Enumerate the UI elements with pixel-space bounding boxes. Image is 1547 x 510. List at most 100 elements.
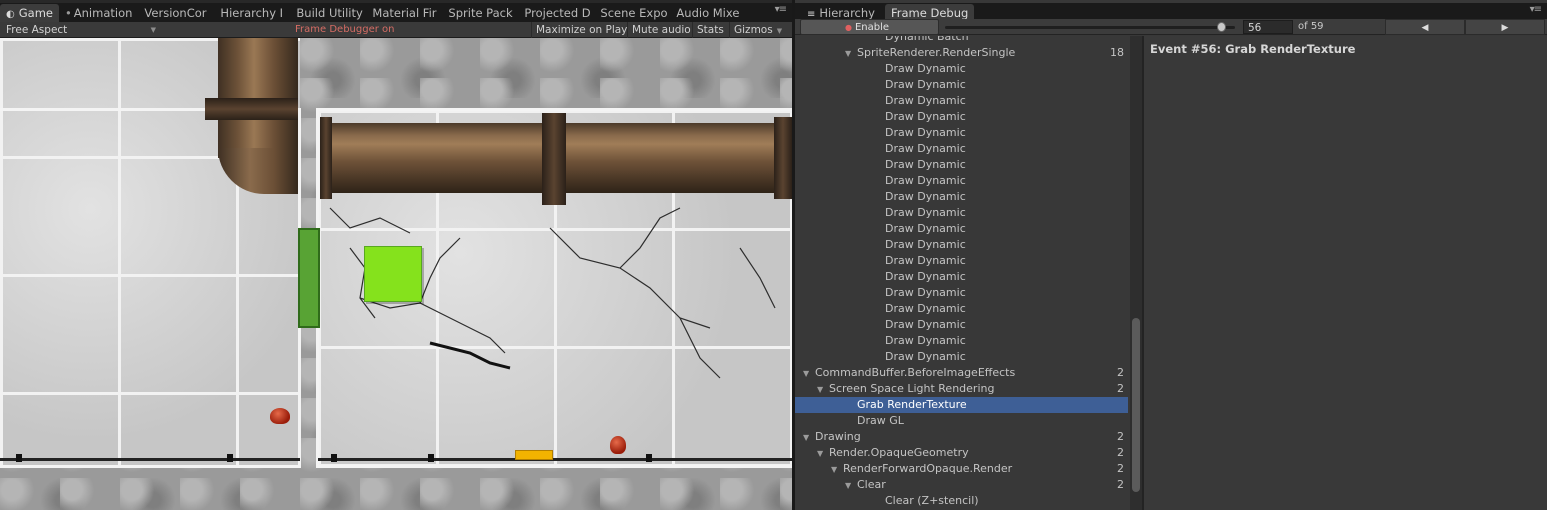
tree-row-label: Clear	[857, 478, 886, 491]
tree-row[interactable]: Dynamic Batch	[795, 36, 1128, 45]
tree-row[interactable]: ▼ Render.OpaqueGeometry 2	[795, 445, 1128, 461]
expand-triangle-icon[interactable]: ▼	[845, 478, 854, 494]
tab-scene-explorer[interactable]: Scene Expo	[594, 4, 670, 22]
expand-triangle-icon[interactable]: ▼	[831, 462, 840, 478]
tree-row-label: RenderForwardOpaque.Render	[843, 462, 1013, 475]
tree-row[interactable]: Grab RenderTexture	[795, 397, 1128, 413]
tree-row[interactable]: Draw Dynamic	[795, 333, 1128, 349]
game-viewport[interactable]	[0, 38, 792, 510]
tree-row[interactable]: Draw GL	[795, 413, 1128, 429]
tree-row-label: Draw GL	[857, 414, 904, 427]
tree-row[interactable]: Draw Dynamic	[795, 125, 1128, 141]
enable-button[interactable]: ● Enable	[800, 19, 939, 35]
tab-audio-mixer[interactable]: Audio Mixe	[670, 4, 746, 22]
tree-row[interactable]: ▼ Drawing 2	[795, 429, 1128, 445]
tree-row-label: SpriteRenderer.RenderSingle	[857, 46, 1016, 59]
tree-row[interactable]: Draw Dynamic	[795, 221, 1128, 237]
gizmos-dropdown[interactable]: Gizmos ▼	[729, 22, 786, 38]
tree-row-label: Draw Dynamic	[885, 318, 966, 331]
tree-row-label: Draw Dynamic	[885, 94, 966, 107]
stats-button[interactable]: Stats	[692, 22, 728, 38]
tree-row-label: CommandBuffer.BeforeImageEffects	[815, 366, 1016, 379]
tree-row[interactable]: Draw Dynamic	[795, 141, 1128, 157]
tree-row[interactable]: Clear (Z+stencil)	[795, 493, 1128, 509]
tree-row-count: 2	[1117, 478, 1124, 491]
tree-row-label: Drawing	[815, 430, 861, 443]
tree-row[interactable]: Draw Dynamic	[795, 157, 1128, 173]
expand-triangle-icon[interactable]: ▼	[817, 382, 826, 398]
event-number-field[interactable]: 56	[1243, 20, 1293, 34]
tree-row[interactable]: Draw Dynamic	[795, 173, 1128, 189]
expand-triangle-icon[interactable]: ▼	[845, 46, 854, 62]
tab-game[interactable]: ◐ Game	[0, 4, 59, 22]
mute-audio-button[interactable]: Mute audio	[627, 22, 695, 38]
tree-row[interactable]: ▼ Clear 2	[795, 477, 1128, 493]
event-slider[interactable]	[945, 26, 1235, 29]
chevron-left-icon: ◀	[1421, 23, 1429, 33]
tree-row[interactable]: ▼ Screen Space Light Rendering 2	[795, 381, 1128, 397]
tree-row[interactable]: Draw Dynamic	[795, 109, 1128, 125]
tree-row[interactable]: Draw Dynamic	[795, 285, 1128, 301]
next-event-button[interactable]: ▶	[1465, 19, 1545, 35]
tree-row-label: Draw Dynamic	[885, 110, 966, 123]
event-tree: Dynamic Batch ▼ SpriteRenderer.RenderSingl…	[795, 36, 1142, 510]
event-details: Event #56: Grab RenderTexture	[1144, 36, 1547, 510]
cable-clip	[646, 454, 652, 462]
tab-versioncontrol[interactable]: VersionCor	[138, 4, 214, 22]
tree-row[interactable]: Draw Dynamic	[795, 77, 1128, 93]
tree-row[interactable]: Draw Dynamic	[795, 189, 1128, 205]
tree-scrollbar-thumb[interactable]	[1132, 318, 1140, 492]
tab-projected[interactable]: Projected D	[518, 4, 594, 22]
yellow-floor-button	[515, 450, 553, 460]
tab-material-finder[interactable]: Material Fir	[366, 4, 442, 22]
expand-triangle-icon[interactable]: ▼	[817, 446, 826, 462]
tree-row-label: Grab RenderTexture	[857, 398, 967, 411]
tree-scrollbar[interactable]	[1130, 36, 1142, 510]
tree-row[interactable]: Draw Dynamic	[795, 317, 1128, 333]
tree-row[interactable]: Draw Dynamic	[795, 237, 1128, 253]
tree-row[interactable]: Draw Dynamic	[795, 301, 1128, 317]
tree-row-label: Draw Dynamic	[885, 302, 966, 315]
event-title: Event #56: Grab RenderTexture	[1150, 42, 1356, 56]
tree-row[interactable]: Draw Dynamic	[795, 269, 1128, 285]
dropdown-arrow-icon: ▼	[150, 25, 156, 34]
tree-row[interactable]: Draw Dynamic	[795, 93, 1128, 109]
event-slider-thumb[interactable]	[1217, 22, 1226, 32]
tree-row[interactable]: Draw Dynamic	[795, 349, 1128, 365]
tree-row[interactable]: ▼ CommandBuffer.BeforeImageEffects 2	[795, 365, 1128, 381]
panel-menu-icon[interactable]: ▾≡	[775, 4, 787, 15]
maximize-on-play-button[interactable]: Maximize on Play	[531, 22, 631, 38]
game-tabbar: ◐ Game • Animation VersionCor Hierarchy I …	[0, 3, 792, 22]
frame-debugger-panel: ≡ Hierarchy Frame Debug ▾≡ ● Enable 56 of …	[795, 0, 1547, 510]
tab-hierarchy-2[interactable]: Hierarchy I	[214, 4, 290, 22]
tree-row[interactable]: Draw Dynamic	[795, 205, 1128, 221]
dropdown-arrow-icon: ▼	[776, 27, 783, 35]
tree-row-label: Render.OpaqueGeometry	[829, 446, 969, 459]
tab-animation[interactable]: • Animation	[59, 4, 138, 22]
tree-row-label: Draw Dynamic	[885, 174, 966, 187]
tree-row[interactable]: ▼ SpriteRenderer.RenderSingle 18	[795, 45, 1128, 61]
cable-clip	[428, 454, 434, 462]
tree-row-label: Draw Dynamic	[885, 286, 966, 299]
tree-row[interactable]: Draw Dynamic	[795, 253, 1128, 269]
tree-row-label: Dynamic Batch	[885, 36, 969, 43]
tree-row-label: Draw Dynamic	[885, 270, 966, 283]
tree-row-label: Draw Dynamic	[885, 254, 966, 267]
tree-row-count: 2	[1117, 462, 1124, 475]
tree-row[interactable]: Draw Dynamic	[795, 61, 1128, 77]
previous-event-button[interactable]: ◀	[1385, 19, 1465, 35]
tree-row-label: Draw Dynamic	[885, 142, 966, 155]
tree-row-count: 18	[1110, 46, 1124, 59]
tab-build-utility[interactable]: Build Utility	[290, 4, 366, 22]
frame-debug-toolbar: ● Enable 56 of 59 ◀ ▶	[795, 19, 1547, 35]
red-bulb	[610, 436, 626, 454]
expand-triangle-icon[interactable]: ▼	[803, 366, 812, 382]
tree-row-label: Draw Dynamic	[885, 222, 966, 235]
expand-triangle-icon[interactable]: ▼	[803, 430, 812, 446]
floor-cable	[0, 458, 300, 461]
aspect-dropdown[interactable]: Free Aspect ▼	[0, 22, 162, 38]
tree-row-count: 2	[1117, 446, 1124, 459]
panel-menu-icon[interactable]: ▾≡	[1530, 4, 1542, 15]
tree-row[interactable]: ▼ RenderForwardOpaque.Render 2	[795, 461, 1128, 477]
tab-sprite-packer[interactable]: Sprite Pack	[442, 4, 518, 22]
